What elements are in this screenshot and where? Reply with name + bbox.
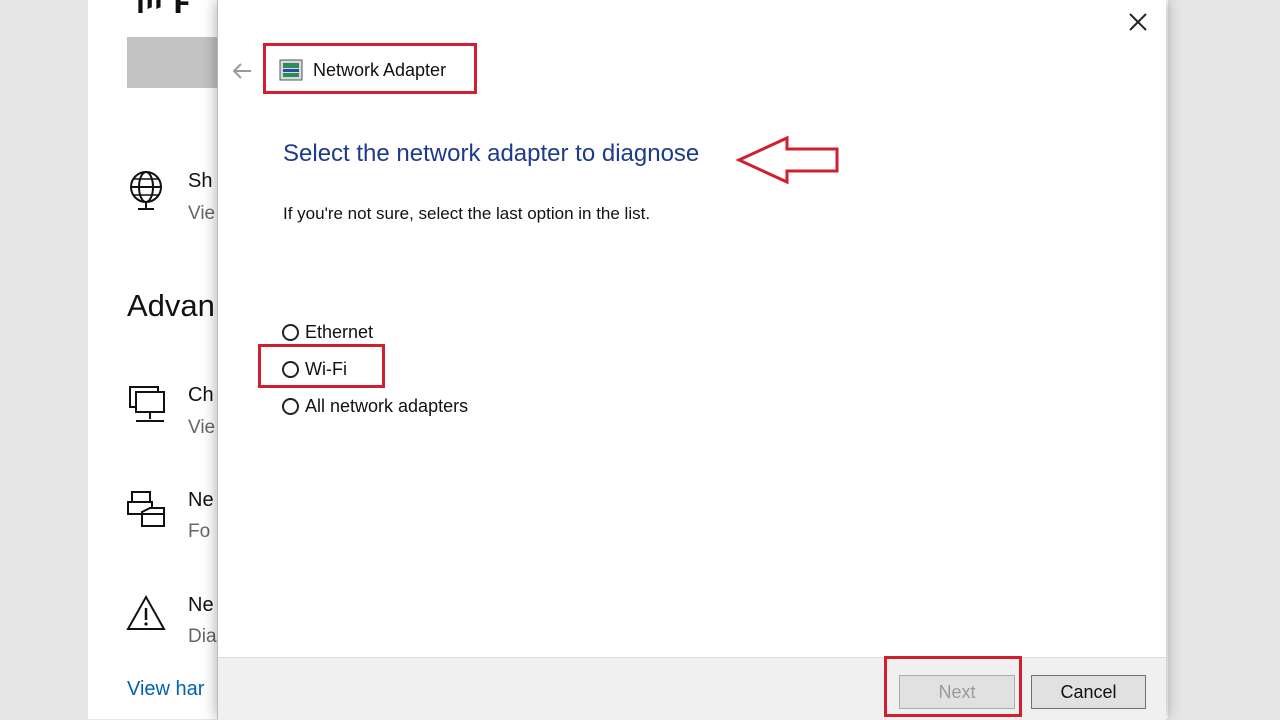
row-subtitle: Vie	[188, 417, 216, 438]
annotation-arrow-icon	[735, 135, 839, 185]
dialog-heading: Select the network adapter to diagnose	[283, 140, 700, 167]
row-title[interactable]: Sh	[188, 170, 212, 193]
row-title[interactable]: Ne	[188, 489, 214, 512]
view-hardware-link[interactable]: View har	[127, 678, 204, 701]
radio-button[interactable]	[282, 324, 299, 341]
section-heading: Advan	[127, 288, 215, 323]
option-all-network-adapters[interactable]: All network adapters	[282, 396, 468, 417]
warning-icon	[126, 594, 166, 630]
annotation-box-next	[884, 656, 1022, 717]
settings-gray-button[interactable]	[127, 37, 227, 88]
option-ethernet[interactable]: Ethernet	[282, 322, 373, 343]
dialog-footer: Next Cancel	[218, 657, 1166, 720]
dialog-hint: If you're not sure, select the last opti…	[283, 204, 651, 223]
radio-button[interactable]	[282, 398, 299, 415]
row-subtitle: Fo	[188, 521, 211, 542]
network-sharing-icon	[127, 491, 165, 527]
row-title[interactable]: Ch	[188, 384, 214, 407]
globe-network-icon	[130, 171, 162, 210]
computer-network-icon	[129, 386, 165, 422]
row-subtitle: Vie	[188, 203, 216, 224]
close-icon[interactable]	[1124, 8, 1152, 36]
row-subtitle: Dia	[188, 626, 217, 647]
option-label: All network adapters	[305, 396, 469, 416]
back-arrow-icon[interactable]	[231, 60, 253, 82]
settings-logo: ייו F	[136, 0, 193, 20]
option-label: Ethernet	[305, 322, 374, 342]
row-title[interactable]: Ne	[188, 594, 214, 617]
cancel-button[interactable]: Cancel	[1031, 675, 1146, 709]
annotation-box-title	[263, 43, 477, 94]
annotation-box-wifi	[258, 344, 385, 388]
